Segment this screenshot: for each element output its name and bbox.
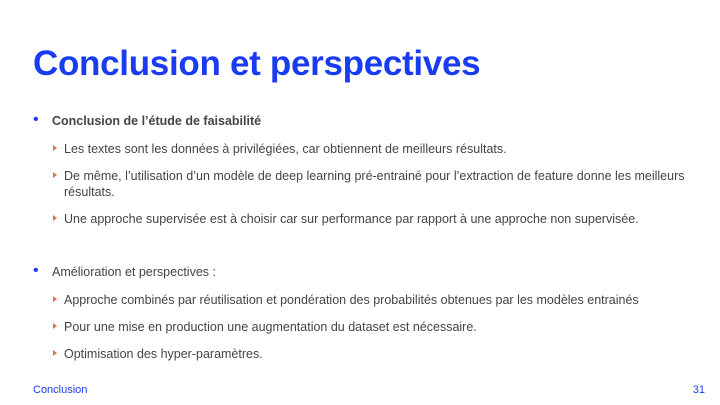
slide-title: Conclusion et perspectives bbox=[33, 44, 481, 83]
list-item: Pour une mise en production une augmenta… bbox=[33, 319, 693, 335]
triangle-bullet-icon bbox=[53, 172, 57, 178]
slide: Conclusion et perspectives • Conclusion … bbox=[0, 0, 720, 405]
list-item-text: Une approche supervisée est à choisir ca… bbox=[64, 212, 639, 226]
list-item-text: De même, l’utilisation d’un modèle de de… bbox=[64, 169, 685, 199]
section-heading-perspectives: • Amélioration et perspectives : bbox=[33, 262, 693, 280]
section-list-perspectives: Approche combinés par réutilisation et p… bbox=[33, 292, 693, 362]
section-heading-text: Conclusion de l’étude de faisabilité bbox=[52, 114, 262, 128]
list-item-text: Optimisation des hyper-paramètres. bbox=[64, 347, 263, 361]
list-item-text: Les textes sont les données à privilégié… bbox=[64, 142, 507, 156]
slide-content: • Conclusion de l’étude de faisabilité L… bbox=[33, 111, 693, 373]
footer-page-number: 31 bbox=[692, 384, 705, 396]
list-item-text: Approche combinés par réutilisation et p… bbox=[64, 293, 639, 307]
list-item-text: Pour une mise en production une augmenta… bbox=[64, 320, 477, 334]
section-heading-conclusion: • Conclusion de l’étude de faisabilité bbox=[33, 111, 693, 129]
triangle-bullet-icon bbox=[53, 215, 57, 221]
triangle-bullet-icon bbox=[53, 350, 57, 356]
bullet-dot-icon: • bbox=[33, 262, 39, 279]
section-list-conclusion: Les textes sont les données à privilégié… bbox=[33, 141, 693, 227]
list-item: Approche combinés par réutilisation et p… bbox=[33, 292, 693, 308]
list-item: De même, l’utilisation d’un modèle de de… bbox=[33, 168, 693, 200]
footer-section-label: Conclusion bbox=[33, 384, 88, 396]
section-heading-text: Amélioration et perspectives : bbox=[52, 265, 216, 279]
triangle-bullet-icon bbox=[53, 323, 57, 329]
list-item: Optimisation des hyper-paramètres. bbox=[33, 346, 693, 362]
bullet-dot-icon: • bbox=[33, 111, 39, 128]
triangle-bullet-icon bbox=[53, 296, 57, 302]
triangle-bullet-icon bbox=[53, 145, 57, 151]
list-item: Une approche supervisée est à choisir ca… bbox=[33, 211, 693, 227]
list-item: Les textes sont les données à privilégié… bbox=[33, 141, 693, 157]
